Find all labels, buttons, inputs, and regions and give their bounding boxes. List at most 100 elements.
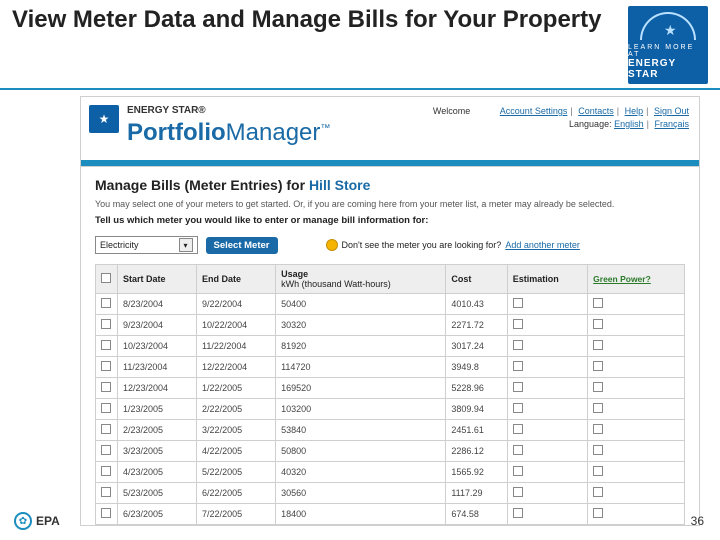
cell-start: 6/23/2005 [118,504,197,525]
cell-end: 9/22/2004 [197,294,276,315]
lang-francais-link[interactable]: Français [654,119,689,129]
cell-cost: 2286.12 [446,441,507,462]
row-checkbox[interactable] [101,340,111,350]
table-row: 1/23/20052/22/20051032003809.94 [96,399,685,420]
green-checkbox[interactable] [593,466,603,476]
cell-cost: 5228.96 [446,378,507,399]
bills-table: Start Date End Date Usage kWh (thousand … [95,264,685,525]
lang-english-link[interactable]: English [614,119,644,129]
col-estimation: Estimation [507,265,587,294]
cell-start: 4/23/2005 [118,462,197,483]
estimation-checkbox[interactable] [513,298,523,308]
green-checkbox[interactable] [593,445,603,455]
green-checkbox[interactable] [593,403,603,413]
cell-estimation [507,294,587,315]
estimation-checkbox[interactable] [513,424,523,434]
row-checkbox[interactable] [101,361,111,371]
cell-start: 9/23/2004 [118,315,197,336]
cell-end: 7/22/2005 [197,504,276,525]
green-checkbox[interactable] [593,382,603,392]
estimation-checkbox[interactable] [513,466,523,476]
green-checkbox[interactable] [593,508,603,518]
content-area: Manage Bills (Meter Entries) for Hill St… [81,167,699,526]
cell-green [588,504,685,525]
green-checkbox[interactable] [593,298,603,308]
row-checkbox[interactable] [101,424,111,434]
app-frame: ★ ENERGY STAR® PortfolioManager™ Welcome… [80,96,700,526]
cell-cost: 2451.61 [446,420,507,441]
lightbulb-icon [326,239,338,251]
green-checkbox[interactable] [593,487,603,497]
estimation-checkbox[interactable] [513,508,523,518]
cell-green [588,378,685,399]
tab-bar-edge [81,160,699,166]
cell-usage: 53840 [276,420,446,441]
usage-l1: Usage [281,269,440,279]
cell-end: 10/22/2004 [197,315,276,336]
estimation-checkbox[interactable] [513,445,523,455]
estimation-checkbox[interactable] [513,403,523,413]
cell-estimation [507,315,587,336]
cell-usage: 18400 [276,504,446,525]
col-start: Start Date [118,265,197,294]
help-link[interactable]: Help [625,106,644,116]
add-meter-link[interactable]: Add another meter [505,240,580,250]
row-checkbox[interactable] [101,298,111,308]
green-checkbox[interactable] [593,424,603,434]
row-checkbox[interactable] [101,487,111,497]
cell-start: 11/23/2004 [118,357,197,378]
divider [0,88,720,90]
estimation-checkbox[interactable] [513,340,523,350]
title-row: View Meter Data and Manage Bills for You… [0,0,720,84]
cell-green [588,462,685,483]
meter-type-select[interactable]: Electricity ▾ [95,236,198,254]
cell-cost: 2271.72 [446,315,507,336]
estimation-checkbox[interactable] [513,361,523,371]
select-all-checkbox[interactable] [101,273,111,283]
col-cost: Cost [446,265,507,294]
cell-estimation [507,483,587,504]
col-checkbox [96,265,118,294]
selector-row: Electricity ▾ Select Meter Don't see the… [95,236,685,254]
row-checkbox[interactable] [101,445,111,455]
estimation-checkbox[interactable] [513,319,523,329]
brand-tm: ™ [320,123,330,134]
select-meter-button[interactable]: Select Meter [206,237,278,254]
row-checkbox[interactable] [101,466,111,476]
account-settings-link[interactable]: Account Settings [500,106,568,116]
cell-usage: 81920 [276,336,446,357]
epa-logo-block: ✿ EPA [14,512,60,530]
table-row: 8/23/20049/22/2004504004010.43 [96,294,685,315]
green-checkbox[interactable] [593,361,603,371]
row-checkbox[interactable] [101,403,111,413]
cell-usage: 169520 [276,378,446,399]
contacts-link[interactable]: Contacts [578,106,614,116]
brand-small: ENERGY STAR® [127,105,206,116]
estimation-checkbox[interactable] [513,487,523,497]
energy-star-badge: ★ LEARN MORE AT ENERGY STAR [628,6,708,84]
slide-title: View Meter Data and Manage Bills for You… [12,6,628,34]
badge-line2: ENERGY STAR [628,58,708,80]
cell-start: 1/23/2005 [118,399,197,420]
table-row: 6/23/20057/22/200518400674.58 [96,504,685,525]
star-icon: ★ [664,22,677,39]
page-subtext: You may select one of your meters to get… [95,199,685,209]
cell-cost: 674.58 [446,504,507,525]
green-checkbox[interactable] [593,319,603,329]
sign-out-link[interactable]: Sign Out [654,106,689,116]
page-instruction: Tell us which meter you would like to en… [95,215,685,226]
cell-end: 4/22/2005 [197,441,276,462]
epa-flower-icon: ✿ [14,512,32,530]
cell-green [588,315,685,336]
green-power-link[interactable]: Green Power? [593,274,651,284]
cell-usage: 103200 [276,399,446,420]
row-checkbox[interactable] [101,382,111,392]
row-checkbox[interactable] [101,319,111,329]
cell-end: 3/22/2005 [197,420,276,441]
cell-end: 12/22/2004 [197,357,276,378]
cell-cost: 1117.29 [446,483,507,504]
green-checkbox[interactable] [593,340,603,350]
usage-l2: kWh (thousand Watt-hours) [281,279,440,289]
row-checkbox[interactable] [101,508,111,518]
estimation-checkbox[interactable] [513,382,523,392]
